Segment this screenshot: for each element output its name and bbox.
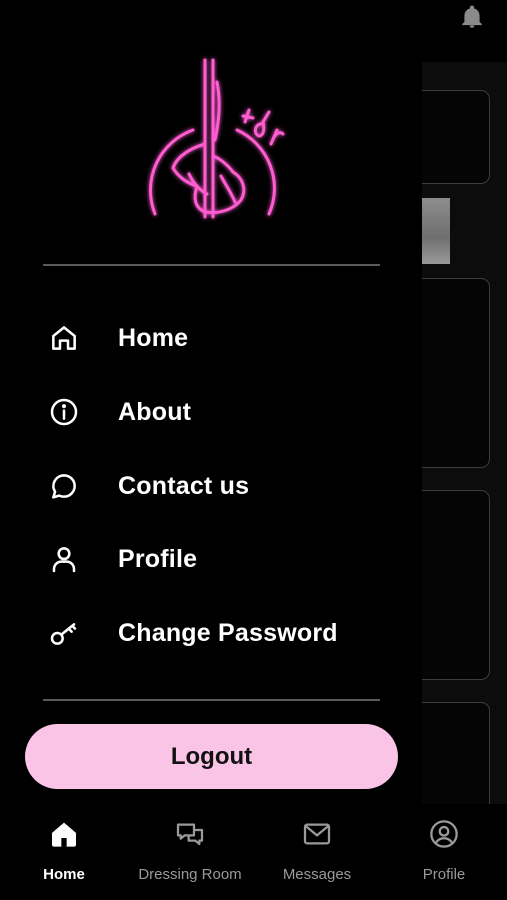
brand-logo: tdr bbox=[135, 52, 295, 232]
envelope-icon bbox=[299, 816, 335, 852]
bottom-navigation: Home Dressing Room Messages Profile bbox=[0, 804, 507, 900]
key-icon bbox=[44, 613, 84, 653]
chat-bubble-icon bbox=[44, 466, 84, 506]
menu-item-profile[interactable]: Profile bbox=[44, 535, 384, 583]
nav-tab-label: Messages bbox=[282, 866, 352, 883]
divider bbox=[43, 264, 380, 266]
bell-icon[interactable] bbox=[459, 4, 485, 30]
menu-item-about[interactable]: About bbox=[44, 388, 384, 436]
menu-item-label: About bbox=[118, 397, 192, 426]
nav-tab-dressing-room[interactable]: Dressing Room bbox=[127, 804, 253, 900]
nav-tab-home[interactable]: Home bbox=[1, 804, 127, 900]
nav-tab-label: Home bbox=[43, 866, 85, 883]
nav-tab-label: Profile bbox=[422, 866, 466, 883]
navigation-drawer: tdr Home About Contact us bbox=[0, 0, 422, 804]
feed-thumbnail bbox=[420, 198, 450, 264]
person-icon bbox=[44, 539, 84, 579]
menu-item-label: Change Password bbox=[118, 618, 338, 647]
dual-chat-icon bbox=[172, 816, 208, 852]
menu-item-label: Profile bbox=[118, 544, 198, 573]
menu-item-contact-us[interactable]: Contact us bbox=[44, 462, 384, 510]
nav-tab-profile[interactable]: Profile bbox=[381, 804, 507, 900]
divider bbox=[43, 699, 380, 701]
info-icon bbox=[44, 392, 84, 432]
menu-item-label: Contact us bbox=[118, 471, 250, 500]
home-filled-icon bbox=[46, 816, 82, 852]
menu-item-label: Home bbox=[118, 323, 189, 352]
nav-tab-messages[interactable]: Messages bbox=[254, 804, 380, 900]
menu-item-home[interactable]: Home bbox=[44, 314, 384, 362]
menu-item-change-password[interactable]: Change Password bbox=[44, 609, 384, 657]
logout-button[interactable]: Logout bbox=[25, 724, 398, 789]
home-icon bbox=[44, 318, 84, 358]
nav-tab-label: Dressing Room bbox=[138, 866, 242, 883]
user-circle-icon bbox=[426, 816, 462, 852]
